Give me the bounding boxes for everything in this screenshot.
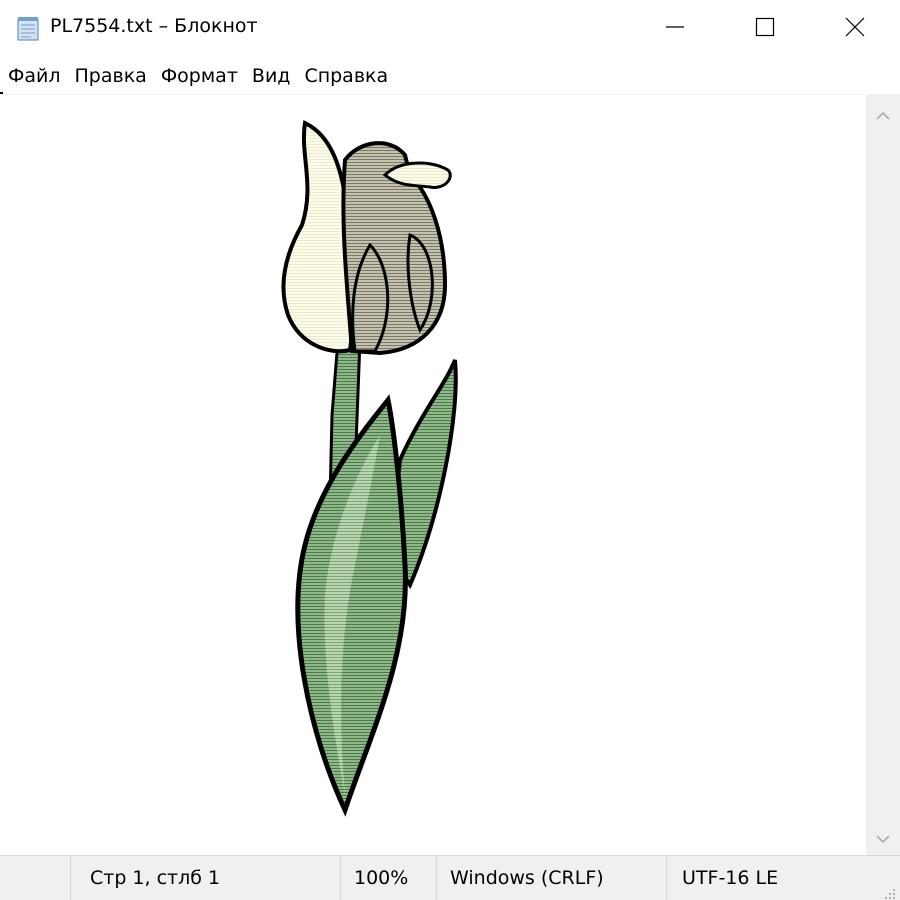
status-separator (666, 856, 667, 900)
scroll-up-button[interactable] (866, 98, 900, 132)
chevron-up-icon (876, 106, 890, 125)
maximize-icon (755, 17, 775, 41)
tulip-art (281, 120, 458, 817)
status-encoding: UTF-16 LE (682, 867, 779, 889)
menu-help[interactable]: Справка (297, 58, 395, 94)
resize-grip-icon[interactable] (882, 883, 896, 899)
menu-edit[interactable]: Правка (68, 58, 154, 94)
minimize-icon (665, 17, 685, 41)
status-cursor-position: Стр 1, стлб 1 (90, 867, 221, 889)
title-bar[interactable]: PL7554.txt – Блокнот (0, 0, 900, 58)
menu-format[interactable]: Формат (154, 58, 245, 94)
status-separator (340, 856, 341, 900)
vertical-scrollbar[interactable] (866, 94, 900, 855)
scroll-down-button[interactable] (866, 821, 900, 855)
status-line-ending: Windows (CRLF) (450, 867, 604, 889)
close-icon (845, 17, 865, 41)
maximize-button[interactable] (720, 0, 810, 58)
notepad-icon (14, 14, 42, 42)
menu-bar: Файл Правка Формат Вид Справка (0, 58, 900, 94)
notepad-window: PL7554.txt – Блокнот Файл Правка Формат … (0, 0, 900, 900)
close-button[interactable] (810, 0, 900, 58)
chevron-down-icon (876, 829, 890, 848)
status-separator (70, 856, 71, 900)
status-separator (436, 856, 437, 900)
text-editor-area[interactable] (0, 94, 866, 856)
minimize-button[interactable] (630, 0, 720, 58)
menu-view[interactable]: Вид (245, 58, 298, 94)
menu-file[interactable]: Файл (0, 58, 68, 94)
window-title: PL7554.txt – Блокнот (50, 15, 258, 37)
status-bar: Стр 1, стлб 1 100% Windows (CRLF) UTF-16… (0, 855, 900, 900)
status-zoom: 100% (354, 867, 409, 889)
